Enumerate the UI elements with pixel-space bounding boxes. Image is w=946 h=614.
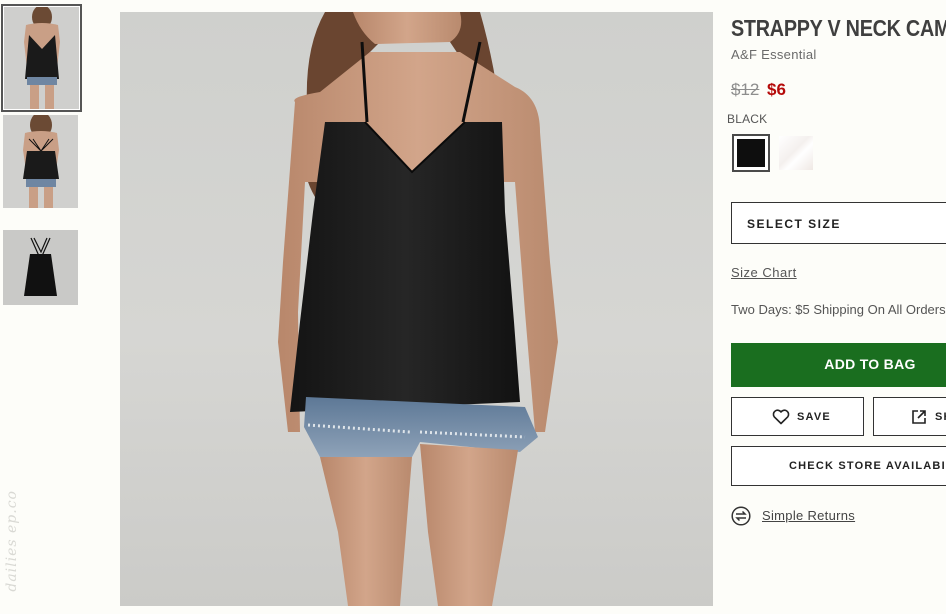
color-swatch-black-fill <box>737 139 765 167</box>
thumbnail-flat[interactable] <box>3 230 78 305</box>
price-sale: $6 <box>767 80 786 99</box>
simple-returns-link[interactable]: Simple Returns <box>762 508 855 523</box>
product-title: STRAPPY V NECK CAMI <box>731 15 946 41</box>
add-to-bag-label: ADD TO BAG <box>824 356 916 372</box>
color-swatch-black[interactable] <box>732 134 770 172</box>
thumbnail-back[interactable] <box>3 115 78 208</box>
select-size-dropdown[interactable]: SELECT SIZE <box>731 202 946 244</box>
selected-color-label: BLACK <box>727 112 768 126</box>
price-original: $12 <box>731 80 760 99</box>
thumbnail-front-image <box>4 7 79 109</box>
color-swatch-white[interactable] <box>779 136 813 170</box>
shipping-note: Two Days: $5 Shipping On All Orders <box>731 302 946 317</box>
heart-icon <box>772 409 790 425</box>
external-link-icon <box>912 410 926 424</box>
select-size-label: SELECT SIZE <box>747 217 841 231</box>
watermark: dailies ep.co <box>4 490 20 592</box>
check-store-label: CHECK STORE AVAILABILITY <box>789 460 946 472</box>
add-to-bag-button[interactable]: ADD TO BAG <box>731 343 946 387</box>
share-button[interactable]: SH <box>873 397 946 436</box>
thumbnail-front[interactable] <box>1 4 82 112</box>
check-store-availability-button[interactable]: CHECK STORE AVAILABILITY <box>731 446 946 486</box>
save-button[interactable]: SAVE <box>731 397 864 436</box>
exchange-arrows-icon <box>731 506 751 526</box>
product-main-image <box>120 12 713 606</box>
model-illustration <box>278 12 558 606</box>
share-label: SH <box>935 411 946 423</box>
thumbnail-flat-image <box>3 230 78 305</box>
save-label: SAVE <box>797 411 831 423</box>
size-chart-link[interactable]: Size Chart <box>731 265 797 280</box>
thumbnail-back-image <box>3 115 78 208</box>
product-brand: A&F Essential <box>731 47 817 62</box>
